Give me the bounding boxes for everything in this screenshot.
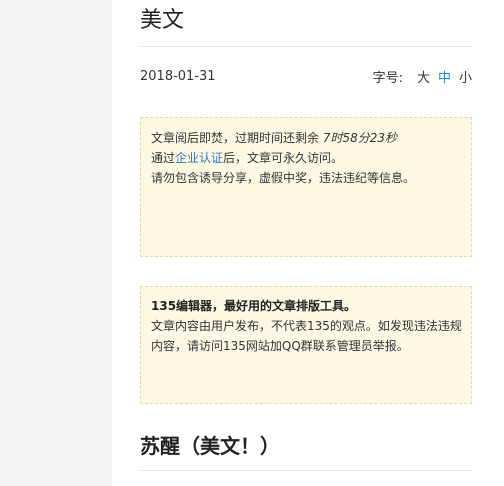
disclaimer-notice: 135编辑器，最好用的文章排版工具。 文章内容由用户发布，不代表135的观点。如… [140,286,472,404]
enterprise-verify-link[interactable]: 企业认证 [175,151,223,165]
font-size-large[interactable]: 大 [417,67,430,86]
expiry-countdown: 7时58分23秒 [322,131,398,145]
expiry-notice: 文章阅后即焚，过期时间还剩余 7时58分23秒 通过企业认证后，文章可永久访问。… [140,117,472,257]
article-page: 美文 2018-01-31 字号: 大 中 小 文章阅后即焚，过期时间还剩余 7… [140,0,472,471]
page-title: 美文 [140,0,472,47]
font-size-control: 字号: 大 中 小 [373,67,472,86]
verify-text-before: 通过 [151,151,176,165]
disclaimer-headline: 135编辑器，最好用的文章排版工具。 [151,299,357,313]
expiry-text: 文章阅后即焚，过期时间还剩余 [151,131,323,145]
verify-text-after: 后，文章可永久访问。 [223,151,344,165]
meta-row: 2018-01-31 字号: 大 中 小 [140,65,472,87]
article-title: 苏醒（美文！） [140,432,472,471]
font-size-small[interactable]: 小 [459,67,472,86]
font-size-label: 字号: [372,70,403,86]
publish-date: 2018-01-31 [140,68,216,84]
right-gutter [486,0,504,486]
left-gutter [0,0,112,486]
font-size-medium[interactable]: 中 [438,67,451,86]
content-warning: 请勿包含诱导分享，虚假中奖，违法违纪等信息。 [151,171,416,185]
disclaimer-body: 文章内容由用户发布，不代表135的观点。如发现违法违规内容，请访问135网站加Q… [151,319,462,353]
